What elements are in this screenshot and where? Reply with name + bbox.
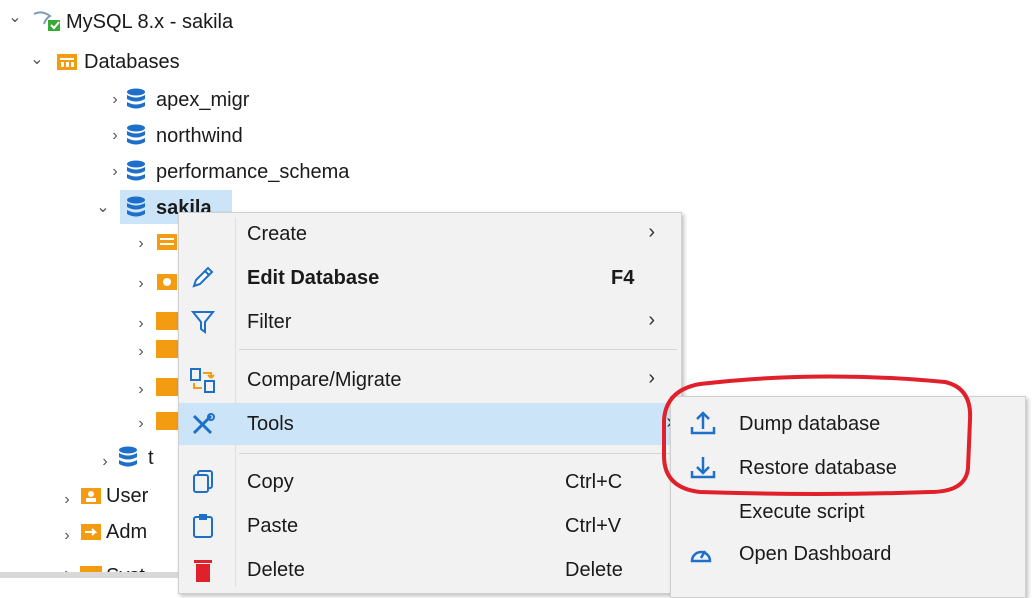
- status-strip: [0, 572, 180, 578]
- admin-folder-label[interactable]: Adm: [106, 520, 147, 544]
- menu-item-paste[interactable]: Paste Ctrl+V: [179, 505, 681, 547]
- filter-icon: [191, 311, 215, 334]
- chevron-down-icon[interactable]: ⌄: [96, 196, 110, 220]
- tools-icon: [192, 413, 215, 435]
- paste-icon: [193, 514, 213, 538]
- database-icon: [127, 124, 145, 145]
- menu-label: Paste: [247, 515, 299, 537]
- connection-label[interactable]: MySQL 8.x - sakila: [66, 10, 233, 34]
- folder-icon: [156, 412, 178, 430]
- folder-icon: [156, 340, 178, 358]
- menu-item-copy[interactable]: Copy Ctrl+C: [179, 461, 681, 503]
- trash-icon: [194, 560, 212, 582]
- chevron-right-icon[interactable]: ›: [134, 412, 148, 436]
- chevron-right-icon: ›: [648, 309, 655, 331]
- databases-folder-label[interactable]: Databases: [84, 50, 180, 74]
- database-icon: [119, 446, 137, 467]
- menu-label: Dump database: [739, 413, 881, 435]
- pencil-icon: [192, 266, 214, 288]
- menu-item-open-dashboard[interactable]: Open Dashboard: [671, 533, 1025, 575]
- chevron-right-icon[interactable]: ›: [134, 272, 148, 296]
- menu-separator: [239, 453, 677, 454]
- chevron-right-icon[interactable]: ›: [134, 312, 148, 336]
- menu-separator: [239, 349, 677, 350]
- users-folder-icon: [81, 488, 101, 504]
- menu-item-compare-migrate[interactable]: Compare/Migrate ›: [179, 359, 681, 401]
- chevron-right-icon: ›: [648, 367, 655, 389]
- folder-icon: [156, 378, 178, 396]
- menu-item-edit-database[interactable]: Edit Database F4: [179, 257, 681, 299]
- chevron-down-icon[interactable]: ⌄: [30, 48, 44, 72]
- menu-item-create[interactable]: Create ›: [179, 213, 681, 255]
- menu-item-delete[interactable]: Delete Delete: [179, 549, 681, 591]
- copy-icon: [193, 470, 213, 493]
- mysql-connection-icon: [33, 11, 60, 31]
- menu-label: Open Dashboard: [739, 543, 892, 565]
- menu-item-execute-script[interactable]: Execute script: [671, 491, 1025, 533]
- chevron-right-icon[interactable]: ›: [134, 340, 148, 364]
- menu-item-dump-database[interactable]: Dump database: [671, 403, 1025, 445]
- database-label[interactable]: t: [148, 446, 154, 470]
- menu-item-filter[interactable]: Filter ›: [179, 301, 681, 343]
- database-icon: [127, 88, 145, 109]
- menu-label: Filter: [247, 311, 292, 333]
- menu-label: Copy: [247, 471, 294, 493]
- chevron-right-icon[interactable]: ›: [134, 378, 148, 402]
- chevron-right-icon: ›: [648, 221, 655, 243]
- views-folder-icon: [157, 274, 177, 290]
- download-icon: [690, 457, 716, 479]
- chevron-right-icon[interactable]: ›: [60, 524, 74, 548]
- menu-label: Restore database: [739, 457, 897, 479]
- chevron-right-icon[interactable]: ›: [98, 450, 112, 474]
- database-label[interactable]: apex_migr: [156, 88, 249, 112]
- upload-icon: [690, 411, 716, 435]
- menu-shortcut: Ctrl+V: [565, 515, 622, 537]
- admin-folder-icon: [81, 524, 101, 540]
- menu-label: Delete: [247, 559, 305, 581]
- menu-item-tools[interactable]: Tools ›: [179, 403, 681, 445]
- menu-shortcut: Delete: [565, 559, 623, 581]
- database-icon: [127, 160, 145, 181]
- databases-folder-icon: [57, 54, 77, 70]
- compare-icon: [190, 368, 215, 393]
- users-folder-label[interactable]: User: [106, 484, 148, 508]
- chevron-right-icon[interactable]: ›: [108, 160, 122, 184]
- chevron-right-icon[interactable]: ›: [108, 88, 122, 112]
- tools-submenu: Dump database Restore database Execute s…: [670, 396, 1026, 598]
- menu-shortcut: Ctrl+C: [565, 471, 623, 493]
- menu-label: Create: [247, 223, 308, 245]
- database-icon: [127, 196, 145, 217]
- chevron-right-icon[interactable]: ›: [108, 124, 122, 148]
- menu-item-restore-database[interactable]: Restore database: [671, 447, 1025, 489]
- menu-shortcut: F4: [611, 267, 635, 289]
- chevron-right-icon[interactable]: ›: [134, 232, 148, 256]
- menu-label: Execute script: [739, 501, 865, 523]
- chevron-right-icon[interactable]: ›: [60, 488, 74, 512]
- menu-label: Edit Database: [247, 267, 380, 289]
- dashboard-gauge-icon: [690, 550, 712, 563]
- menu-label: Compare/Migrate: [247, 369, 402, 391]
- folder-icon: [156, 312, 178, 330]
- menu-label: Tools: [247, 413, 294, 435]
- chevron-down-icon[interactable]: ⌄: [8, 6, 22, 30]
- context-menu: Create › Edit Database F4 Filter › Compa…: [178, 212, 682, 594]
- database-label[interactable]: northwind: [156, 124, 243, 148]
- database-label[interactable]: performance_schema: [156, 160, 349, 184]
- tables-folder-icon: [157, 234, 177, 250]
